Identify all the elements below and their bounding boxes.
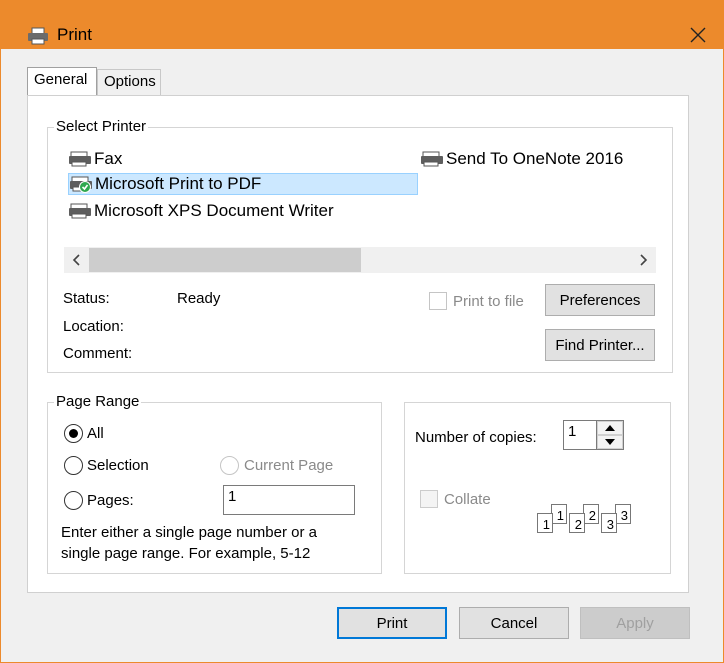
page-range-label: Page Range bbox=[54, 393, 142, 411]
pages-input[interactable]: 1 bbox=[223, 485, 355, 515]
all-radio[interactable] bbox=[64, 424, 83, 443]
current-page-label: Current Page bbox=[244, 457, 334, 474]
page-icon: 1 bbox=[551, 504, 567, 524]
general-tab-panel: Select Printer Fax Microsoft Print to PD… bbox=[27, 95, 689, 593]
print-dialog: Print General Options Select Printer Fax bbox=[0, 0, 724, 663]
printer-item-send-to-onenote-2016[interactable]: Send To OneNote 2016 bbox=[420, 148, 623, 170]
page-range-hint-line-2: single page range. For example, 5-12 bbox=[61, 545, 311, 562]
tab-general[interactable]: General bbox=[27, 67, 97, 95]
print-button[interactable]: Print bbox=[337, 607, 447, 639]
title-bar: Print bbox=[1, 1, 723, 49]
status-value: Ready bbox=[177, 290, 221, 307]
printer-name: Microsoft Print to PDF bbox=[95, 174, 262, 193]
tab-options[interactable]: Options bbox=[97, 69, 161, 95]
status-label: Status: bbox=[63, 290, 110, 307]
page-icon: 1 bbox=[537, 513, 553, 533]
print-to-file-label: Print to file bbox=[453, 293, 524, 310]
printer-item-fax[interactable]: Fax bbox=[68, 148, 122, 170]
selection-label: Selection bbox=[87, 457, 149, 474]
page-icon: 3 bbox=[615, 504, 631, 524]
comment-label: Comment: bbox=[63, 345, 133, 362]
apply-button[interactable]: Apply bbox=[580, 607, 690, 639]
chevron-up-icon bbox=[605, 425, 615, 431]
pages-label: Pages: bbox=[87, 492, 134, 509]
printer-name: Send To OneNote 2016 bbox=[446, 149, 624, 168]
chevron-down-icon bbox=[605, 439, 615, 445]
copies-group: Number of copies: 1 Collate 1 1 2 2 3 3 bbox=[404, 402, 671, 574]
fax-icon bbox=[69, 151, 91, 167]
scroll-thumb[interactable] bbox=[89, 248, 361, 272]
number-of-copies-label: Number of copies: bbox=[415, 429, 537, 446]
page-icon: 2 bbox=[583, 504, 599, 524]
copies-stepper[interactable] bbox=[596, 420, 624, 450]
pages-radio[interactable] bbox=[64, 491, 83, 510]
printer-icon bbox=[69, 203, 91, 219]
preferences-button[interactable]: Preferences bbox=[545, 284, 655, 316]
printer-name: Fax bbox=[94, 149, 123, 168]
close-button[interactable] bbox=[681, 23, 715, 47]
printer-item-microsoft-print-to-pdf[interactable]: Microsoft Print to PDF bbox=[68, 173, 418, 195]
selection-radio[interactable] bbox=[64, 456, 83, 475]
location-label: Location: bbox=[63, 318, 124, 335]
print-to-file-checkbox[interactable] bbox=[429, 292, 447, 310]
printer-name: Microsoft XPS Document Writer bbox=[94, 201, 334, 220]
increment-button[interactable] bbox=[597, 421, 623, 435]
decrement-button[interactable] bbox=[597, 435, 623, 449]
printer-list-scrollbar[interactable] bbox=[64, 247, 656, 273]
select-printer-group: Select Printer Fax Microsoft Print to PD… bbox=[47, 118, 673, 373]
page-range-group: Page Range All Selection Current Page Pa… bbox=[47, 393, 382, 574]
printer-icon bbox=[28, 27, 48, 45]
printer-icon bbox=[421, 151, 443, 167]
select-printer-label: Select Printer bbox=[54, 118, 149, 136]
collate-checkbox[interactable] bbox=[420, 490, 438, 508]
chevron-left-icon bbox=[72, 254, 80, 266]
printer-default-icon bbox=[69, 175, 93, 193]
page-range-hint-line-1: Enter either a single page number or a bbox=[61, 524, 317, 541]
current-page-radio[interactable] bbox=[220, 456, 239, 475]
page-icon: 2 bbox=[569, 513, 585, 533]
close-icon bbox=[690, 27, 706, 43]
scroll-left-button[interactable] bbox=[64, 247, 88, 273]
copies-input[interactable]: 1 bbox=[563, 420, 597, 450]
collate-label: Collate bbox=[444, 491, 491, 508]
scroll-right-button[interactable] bbox=[632, 247, 656, 273]
all-label: All bbox=[87, 425, 104, 442]
cancel-button[interactable]: Cancel bbox=[459, 607, 569, 639]
page-icon: 3 bbox=[601, 513, 617, 533]
find-printer-button[interactable]: Find Printer... bbox=[545, 329, 655, 361]
chevron-right-icon bbox=[640, 254, 648, 266]
window-title: Print bbox=[57, 25, 92, 44]
printer-item-microsoft-xps-document-writer[interactable]: Microsoft XPS Document Writer bbox=[68, 200, 334, 222]
